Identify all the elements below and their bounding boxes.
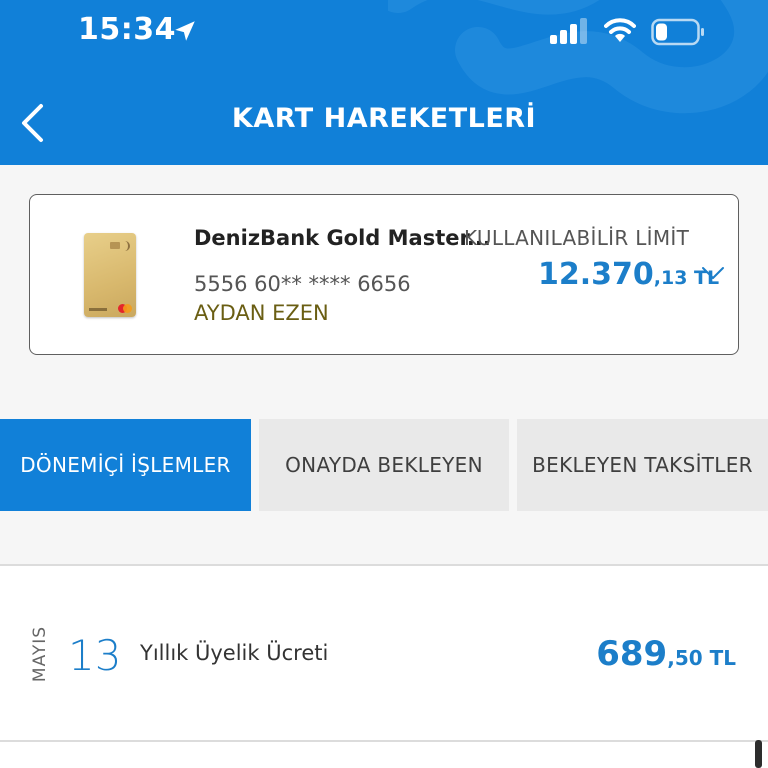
mastercard-logo-right	[123, 304, 132, 313]
wifi-icon	[604, 18, 636, 42]
page-title: KART HAREKETLERİ	[231, 103, 537, 134]
list-continuation	[0, 742, 768, 768]
bank-logo-mark	[89, 308, 107, 311]
scrollbar[interactable]	[755, 740, 762, 768]
card-number: 5556 60** **** 6656	[194, 272, 411, 296]
transaction-amount-decimal: ,50 TL	[667, 646, 736, 670]
transaction-amount: 689,50 TL	[596, 634, 736, 674]
battery-icon	[651, 18, 704, 46]
location-arrow-icon	[175, 21, 195, 41]
transaction-month: MAYIS	[30, 625, 50, 683]
cellular-signal-icon	[550, 18, 587, 44]
transaction-list: MAYIS 13 Yıllık Üyelik Ücreti 689,50 TL	[0, 566, 768, 740]
tab-period-transactions[interactable]: DÖNEMİÇİ İŞLEMLER	[0, 419, 251, 511]
limit-amount-main: 12.370	[538, 257, 654, 292]
app-header: 15:34 KART HAREKETLERİ	[0, 0, 768, 165]
card-selector[interactable]: DenizBank Gold Master... 5556 60** **** …	[29, 194, 739, 355]
card-name: DenizBank Gold Master...	[194, 226, 491, 250]
card-holder-name: AYDAN EZEN	[194, 301, 329, 325]
card-chip	[110, 242, 120, 249]
available-limit-label: KULLANILABİLİR LİMİT	[464, 226, 690, 250]
chevron-down-icon[interactable]	[701, 265, 725, 281]
tab-pending-installments[interactable]: BEKLEYEN TAKSİTLER	[517, 419, 768, 511]
tab-pending-approval[interactable]: ONAYDA BEKLEYEN	[259, 419, 509, 511]
transaction-day: 13	[68, 631, 122, 680]
transaction-tabs: DÖNEMİÇİ İŞLEMLER ONAYDA BEKLEYEN BEKLEY…	[0, 419, 768, 511]
transaction-row[interactable]: MAYIS 13 Yıllık Üyelik Ücreti 689,50 TL	[0, 566, 768, 740]
available-limit-amount: 12.370,13 TL	[538, 257, 719, 292]
transaction-amount-main: 689	[596, 634, 668, 674]
credit-card-image	[84, 233, 136, 317]
status-time: 15:34	[78, 12, 176, 47]
transaction-description: Yıllık Üyelik Ücreti	[140, 641, 329, 665]
contactless-icon	[122, 241, 130, 251]
